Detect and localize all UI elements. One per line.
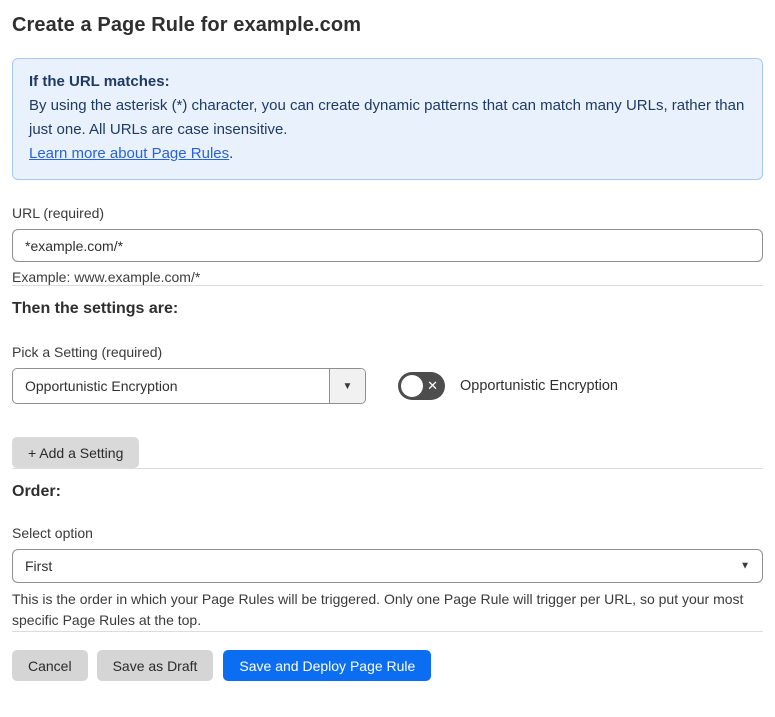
toggle-label: Opportunistic Encryption (460, 378, 618, 394)
divider (12, 285, 763, 286)
opportunistic-encryption-toggle[interactable]: ✕ (398, 372, 445, 400)
setting-dropdown[interactable]: Opportunistic Encryption ▼ (12, 368, 366, 404)
dropdown-arrow-icon: ▼ (342, 380, 353, 392)
order-select-value: First (25, 558, 53, 574)
url-label: URL (required) (12, 205, 105, 221)
order-section-heading: Order: (12, 483, 61, 500)
select-chevron-icon: ▼ (740, 560, 750, 572)
setting-dropdown-value: Opportunistic Encryption (25, 378, 178, 394)
select-option-label: Select option (12, 525, 93, 541)
divider (12, 468, 763, 469)
page-title: Create a Page Rule for example.com (12, 14, 362, 36)
info-box-body: By using the asterisk (*) character, you… (29, 97, 745, 138)
cancel-button[interactable]: Cancel (12, 650, 88, 681)
order-helper-text: This is the order in which your Page Rul… (12, 591, 744, 628)
learn-more-link[interactable]: Learn more about Page Rules (29, 145, 229, 162)
url-example-helper: Example: www.example.com/* (12, 269, 201, 285)
info-box-link-line: Learn more about Page Rules. (29, 142, 746, 166)
url-input[interactable] (12, 229, 763, 262)
add-setting-button[interactable]: + Add a Setting (12, 437, 140, 468)
setting-row: Opportunistic Encryption ▼ ✕ Opportunist… (12, 368, 763, 404)
divider (12, 631, 763, 632)
link-period: . (229, 145, 234, 162)
create-page-rule-form: Create a Page Rule for example.com If th… (0, 0, 775, 681)
settings-section-heading: Then the settings are: (12, 300, 179, 317)
info-box-heading: If the URL matches: (29, 73, 170, 90)
save-as-draft-button[interactable]: Save as Draft (96, 650, 214, 681)
toggle-knob (401, 375, 423, 397)
toggle-off-x-icon: ✕ (427, 378, 438, 394)
footer-buttons: Cancel Save as Draft Save and Deploy Pag… (12, 650, 763, 681)
pick-setting-label: Pick a Setting (required) (12, 344, 163, 360)
save-and-deploy-button[interactable]: Save and Deploy Page Rule (223, 650, 432, 681)
url-matches-info-box: If the URL matches: By using the asteris… (12, 58, 763, 180)
order-select[interactable]: First ▼ (12, 549, 763, 583)
setting-dropdown-button[interactable]: ▼ (329, 369, 365, 403)
